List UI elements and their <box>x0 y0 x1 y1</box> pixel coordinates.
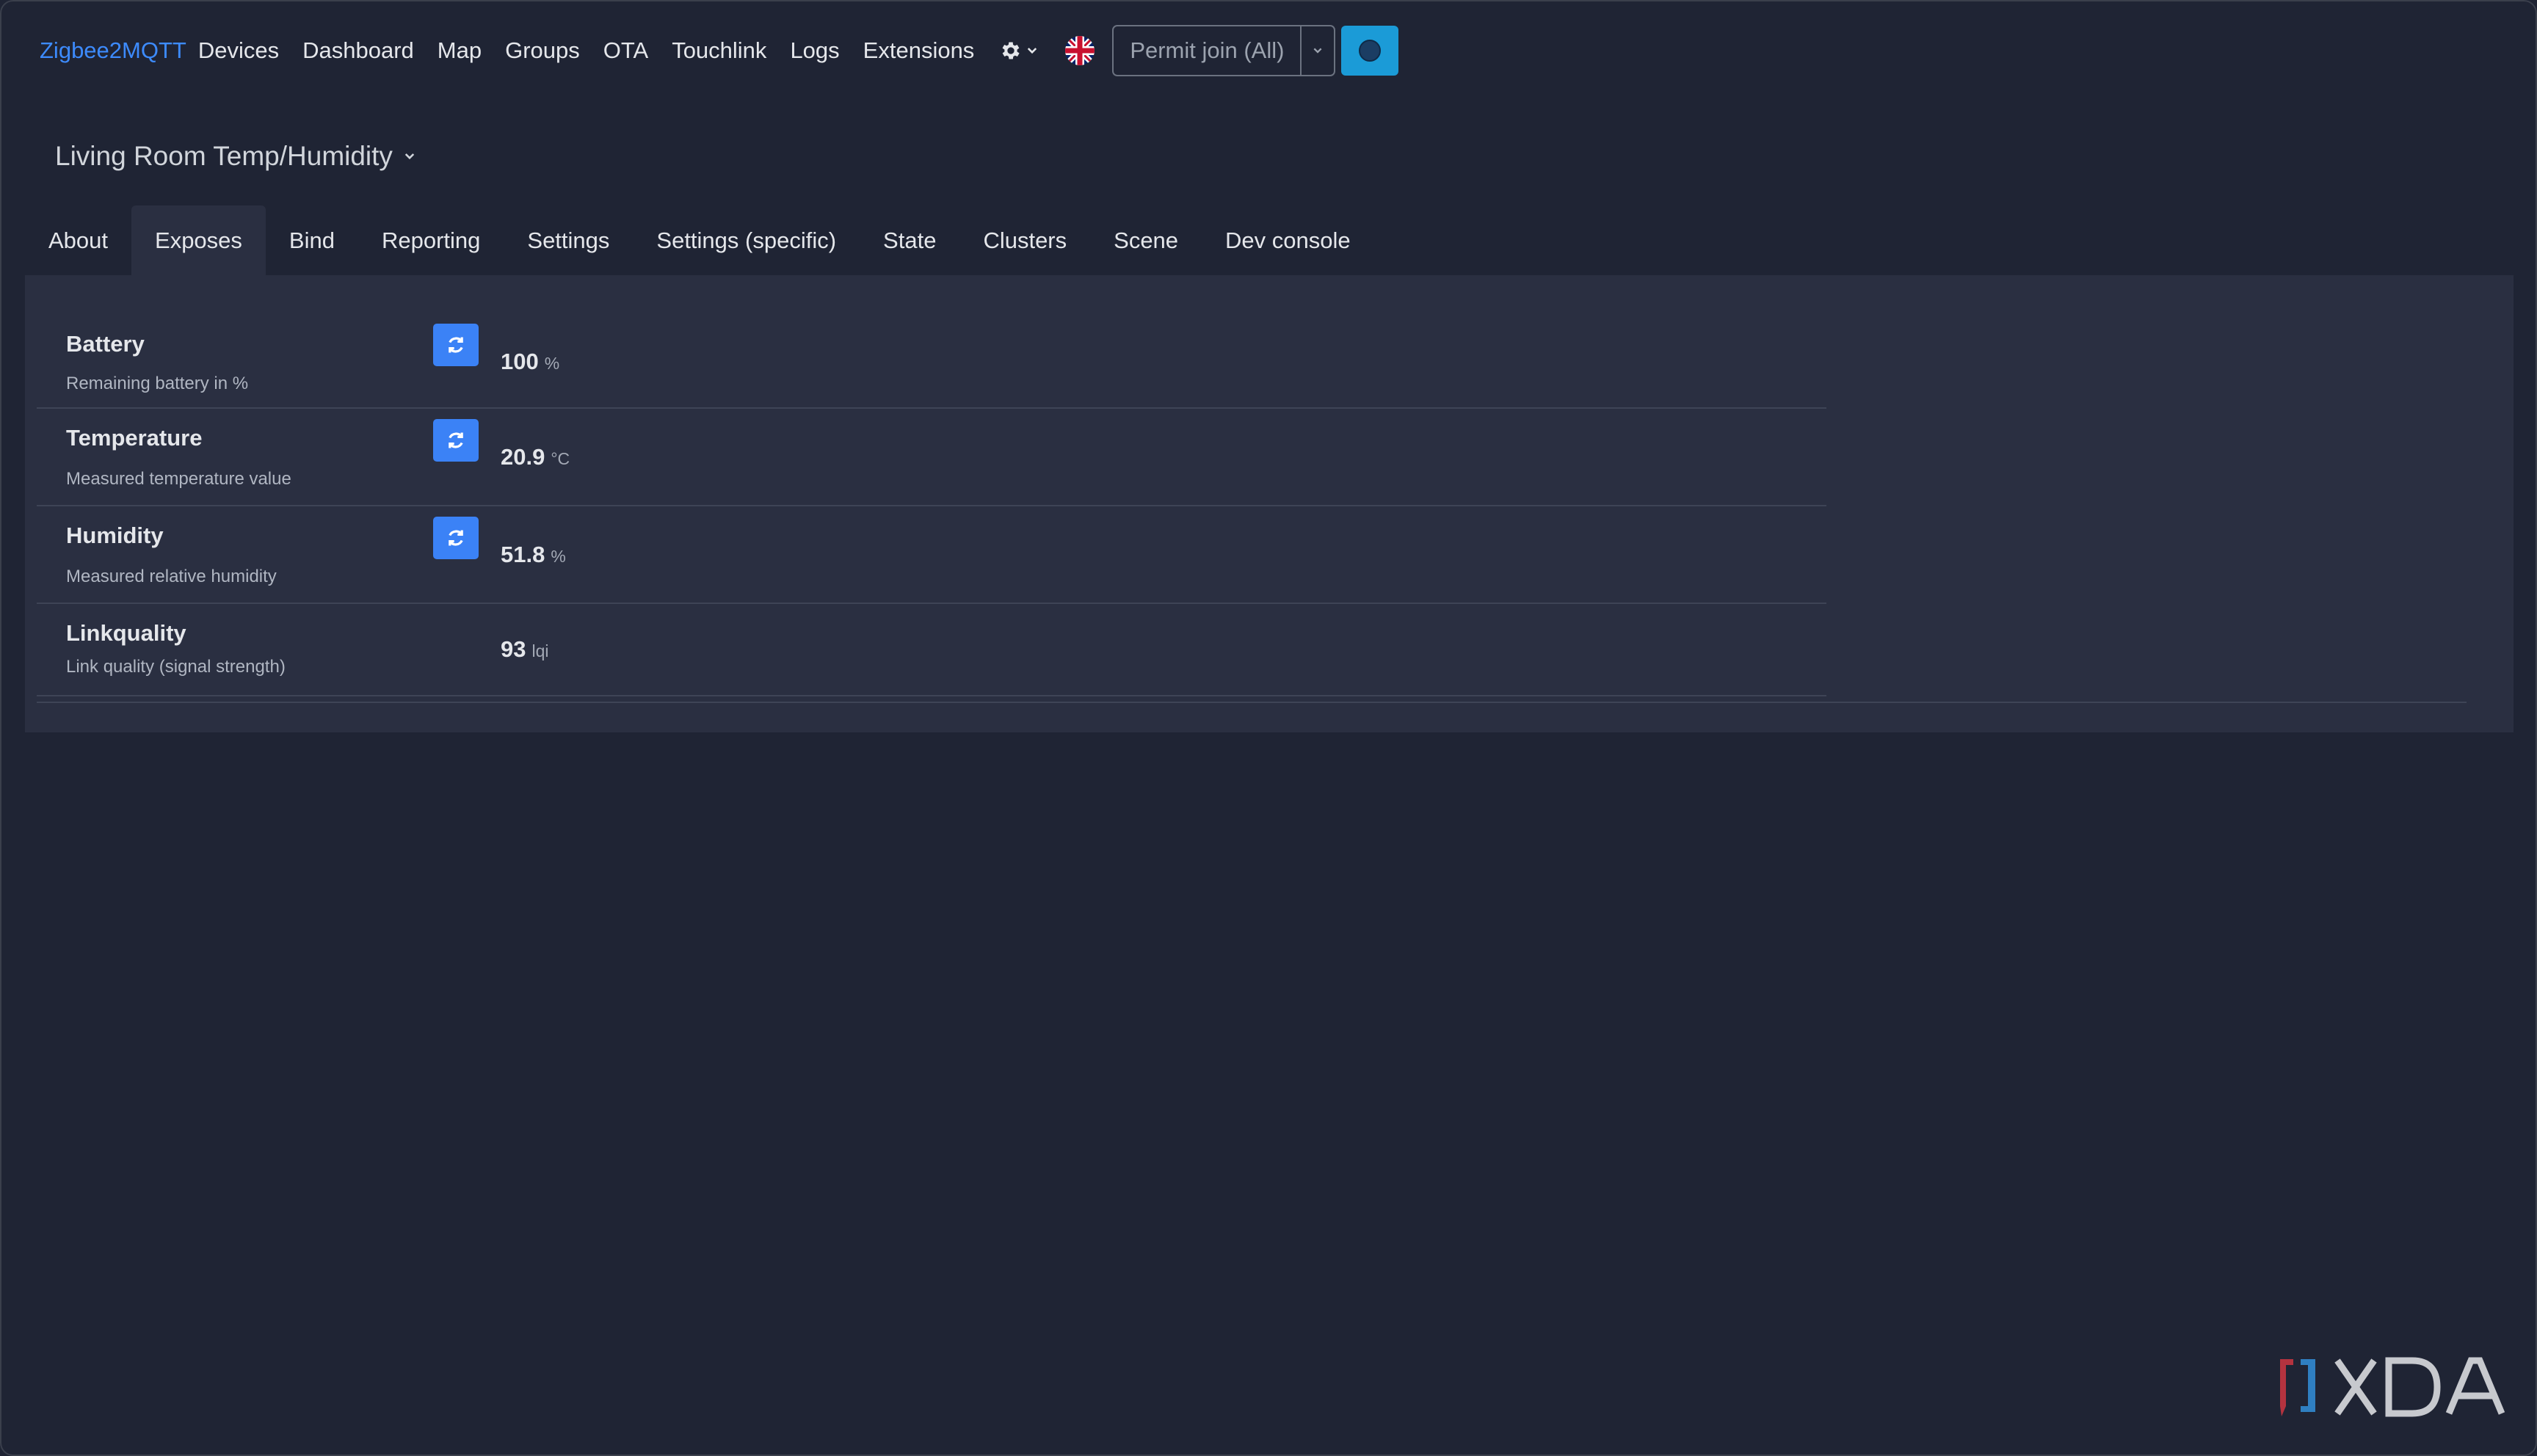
tab-dev-console[interactable]: Dev console <box>1202 205 1374 276</box>
expose-description: Measured temperature value <box>66 469 291 489</box>
expose-description: Measured relative humidity <box>66 567 277 586</box>
expose-row-battery: Battery Remaining battery in % 100% <box>37 315 1826 409</box>
permit-join-group: Permit join (All) <box>1112 25 1336 76</box>
expose-label: Battery <box>66 331 145 357</box>
tab-state[interactable]: State <box>860 205 959 276</box>
expose-label: Humidity <box>66 523 164 548</box>
permit-join-button[interactable]: Permit join (All) <box>1114 26 1302 75</box>
nav-link-groups[interactable]: Groups <box>505 37 580 64</box>
nav-link-extensions[interactable]: Extensions <box>863 37 975 64</box>
tab-bind[interactable]: Bind <box>266 205 358 276</box>
expose-value: 93 lqi <box>501 636 549 663</box>
refresh-button[interactable] <box>433 517 479 559</box>
value-unit: °C <box>551 449 570 468</box>
app-window: Zigbee2MQTT Devices Dashboard Map Groups… <box>0 0 2537 1456</box>
nav-link-ota[interactable]: OTA <box>603 37 648 64</box>
device-title: Living Room Temp/Humidity <box>55 141 393 171</box>
chevron-down-icon <box>404 153 415 160</box>
expose-value: 100% <box>501 349 559 375</box>
tab-clusters[interactable]: Clusters <box>959 205 1090 276</box>
status-dot-icon <box>1359 40 1382 62</box>
permit-join-dropdown-toggle[interactable] <box>1302 26 1334 75</box>
tab-settings[interactable]: Settings <box>504 205 633 276</box>
expose-label: Linkquality <box>66 620 186 646</box>
connection-status-button[interactable] <box>1341 26 1399 76</box>
expose-value: 51.8% <box>501 542 566 568</box>
value-text: 93 <box>501 636 526 662</box>
tab-reporting[interactable]: Reporting <box>358 205 504 276</box>
expose-label: Temperature <box>66 425 203 451</box>
expose-row-humidity: Humidity Measured relative humidity 51.8… <box>37 506 1826 604</box>
expose-description: Link quality (signal strength) <box>66 657 286 677</box>
value-unit: % <box>551 547 566 566</box>
xda-watermark <box>2274 1352 2509 1422</box>
value-text: 51.8 <box>501 542 545 567</box>
value-unit: lqi <box>531 641 549 660</box>
panel-divider <box>37 702 2467 703</box>
expose-value: 20.9 °C <box>501 444 570 470</box>
value-text: 100 <box>501 349 539 374</box>
settings-dropdown[interactable] <box>999 39 1039 62</box>
tab-about[interactable]: About <box>25 205 131 276</box>
nav-link-touchlink[interactable]: Touchlink <box>672 37 766 64</box>
value-unit: % <box>544 354 560 373</box>
brand-link[interactable]: Zigbee2MQTT <box>40 37 186 64</box>
device-selector[interactable]: Living Room Temp/Humidity <box>55 141 416 172</box>
device-tabs: About Exposes Bind Reporting Settings Se… <box>25 205 1374 276</box>
top-navbar: Zigbee2MQTT Devices Dashboard Map Groups… <box>40 25 1399 76</box>
gear-icon <box>1002 42 1020 59</box>
refresh-button[interactable] <box>433 324 479 366</box>
exposes-panel: Battery Remaining battery in % 100% Temp… <box>25 275 2514 732</box>
nav-link-devices[interactable]: Devices <box>198 37 279 64</box>
xda-logo-icon <box>2280 1357 2505 1417</box>
refresh-icon <box>449 432 463 448</box>
expose-row-linkquality: Linkquality Link quality (signal strengt… <box>37 604 1826 696</box>
tab-exposes[interactable]: Exposes <box>131 205 266 276</box>
refresh-button[interactable] <box>433 419 479 462</box>
refresh-icon <box>449 337 463 353</box>
chevron-down-icon <box>1313 48 1322 54</box>
uk-flag-icon[interactable] <box>1065 36 1095 65</box>
expose-row-temperature: Temperature Measured temperature value 2… <box>37 409 1826 506</box>
tab-scene[interactable]: Scene <box>1090 205 1202 276</box>
refresh-icon <box>449 530 463 546</box>
tab-settings-specific[interactable]: Settings (specific) <box>633 205 860 276</box>
nav-link-map[interactable]: Map <box>438 37 482 64</box>
expose-description: Remaining battery in % <box>66 374 249 393</box>
nav-link-dashboard[interactable]: Dashboard <box>302 37 414 64</box>
chevron-down-icon <box>1028 48 1037 54</box>
value-text: 20.9 <box>501 444 545 470</box>
nav-link-logs[interactable]: Logs <box>790 37 839 64</box>
